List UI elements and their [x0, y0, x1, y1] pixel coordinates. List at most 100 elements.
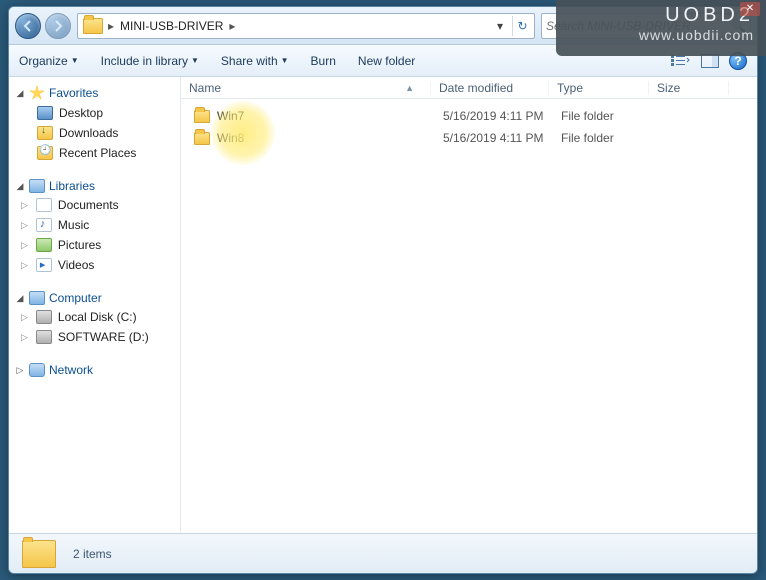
- organize-menu[interactable]: Organize ▼: [19, 54, 79, 68]
- sidebar-item-label: Pictures: [58, 238, 101, 252]
- downloads-icon: [37, 126, 53, 140]
- navbar: ▸ MINI-USB-DRIVER ▸ ▾ ↻ 🔍: [9, 7, 757, 45]
- search-input[interactable]: [546, 19, 731, 33]
- column-label: Date modified: [439, 81, 513, 95]
- new-folder-button[interactable]: New folder: [358, 54, 415, 68]
- sidebar-item-documents[interactable]: ▷ Documents: [11, 195, 178, 215]
- arrow-right-icon: [52, 20, 64, 32]
- search-icon: 🔍: [731, 19, 746, 33]
- preview-pane-button[interactable]: [699, 52, 721, 70]
- sidebar-item-pictures[interactable]: ▷ Pictures: [11, 235, 178, 255]
- search-box[interactable]: 🔍: [541, 13, 751, 39]
- chevron-down-icon: ▼: [281, 56, 289, 65]
- share-with-menu[interactable]: Share with ▼: [221, 54, 289, 68]
- explorer-window: ▸ MINI-USB-DRIVER ▸ ▾ ↻ 🔍 Organize ▼ Inc…: [8, 6, 758, 574]
- expand-icon: ▷: [21, 200, 28, 211]
- sidebar-group-favorites: ◢ Favorites Desktop Downloads Recent Pla…: [11, 83, 178, 163]
- sidebar-group-network: ▷ Network: [11, 361, 178, 379]
- sidebar-item-recent-places[interactable]: Recent Places: [11, 143, 178, 163]
- expand-icon: ▷: [21, 260, 28, 271]
- file-row[interactable]: Win8 5/16/2019 4:11 PM File folder: [185, 127, 753, 149]
- file-type: File folder: [553, 109, 653, 123]
- folder-icon: [194, 110, 210, 123]
- collapse-icon: ◢: [15, 88, 25, 99]
- favorites-label: Favorites: [49, 86, 98, 100]
- column-label: Type: [557, 81, 583, 95]
- desktop-icon: [37, 106, 53, 120]
- item-count: 2 items: [73, 547, 112, 561]
- chevron-right-icon: ▸: [225, 19, 239, 33]
- column-header-type[interactable]: Type: [549, 81, 649, 95]
- command-bar: Organize ▼ Include in library ▼ Share wi…: [9, 45, 757, 77]
- sidebar-item-label: Desktop: [59, 106, 103, 120]
- collapse-icon: ◢: [15, 293, 25, 304]
- sidebar-header-network[interactable]: ▷ Network: [11, 361, 178, 379]
- breadcrumb-segment[interactable]: MINI-USB-DRIVER: [118, 19, 225, 33]
- sort-ascending-icon: ▲: [405, 83, 414, 93]
- folder-icon: [194, 132, 210, 145]
- expand-icon: ▷: [15, 365, 25, 376]
- view-options-button[interactable]: [669, 52, 691, 70]
- libraries-label: Libraries: [49, 179, 95, 193]
- chevron-down-icon: ▼: [191, 56, 199, 65]
- expand-icon: ▷: [21, 240, 28, 251]
- file-rows[interactable]: Win7 5/16/2019 4:11 PM File folder Win8 …: [181, 99, 757, 533]
- column-header-name[interactable]: Name ▲: [181, 81, 431, 95]
- file-row[interactable]: Win7 5/16/2019 4:11 PM File folder: [185, 105, 753, 127]
- sidebar-group-libraries: ◢ Libraries ▷ Documents ▷ Music ▷: [11, 177, 178, 275]
- sidebar-item-downloads[interactable]: Downloads: [11, 123, 178, 143]
- music-icon: [36, 218, 52, 232]
- column-headers: Name ▲ Date modified Type Size: [181, 77, 757, 99]
- file-name: Win7: [217, 109, 244, 123]
- details-pane: 2 items: [9, 533, 757, 573]
- preview-pane-icon: [701, 54, 719, 68]
- column-header-date[interactable]: Date modified: [431, 81, 549, 95]
- file-name: Win8: [217, 131, 244, 145]
- include-label: Include in library: [101, 54, 188, 68]
- folder-icon: [83, 18, 103, 34]
- sidebar-item-label: Recent Places: [59, 146, 136, 160]
- column-label: Size: [657, 81, 680, 95]
- column-label: Name: [189, 81, 221, 95]
- expand-icon: ▷: [21, 332, 28, 343]
- refresh-button[interactable]: ↻: [512, 16, 532, 36]
- include-in-library-menu[interactable]: Include in library ▼: [101, 54, 199, 68]
- newfolder-label: New folder: [358, 54, 415, 68]
- sidebar-item-label: Music: [58, 218, 89, 232]
- file-type: File folder: [553, 131, 653, 145]
- libraries-icon: [29, 179, 45, 193]
- organize-label: Organize: [19, 54, 68, 68]
- sidebar-item-software-d[interactable]: ▷ SOFTWARE (D:): [11, 327, 178, 347]
- navigation-pane: ◢ Favorites Desktop Downloads Recent Pla…: [9, 77, 181, 533]
- computer-label: Computer: [49, 291, 102, 305]
- network-icon: [29, 363, 45, 377]
- help-button[interactable]: ?: [729, 52, 747, 70]
- file-date: 5/16/2019 4:11 PM: [435, 131, 553, 145]
- collapse-icon: ◢: [15, 181, 25, 192]
- sidebar-header-computer[interactable]: ◢ Computer: [11, 289, 178, 307]
- documents-icon: [36, 198, 52, 212]
- sidebar-item-desktop[interactable]: Desktop: [11, 103, 178, 123]
- back-button[interactable]: [15, 13, 41, 39]
- refresh-icon: ↻: [517, 19, 527, 33]
- sidebar-header-libraries[interactable]: ◢ Libraries: [11, 177, 178, 195]
- file-date: 5/16/2019 4:11 PM: [435, 109, 553, 123]
- address-bar[interactable]: ▸ MINI-USB-DRIVER ▸ ▾ ↻: [77, 13, 535, 39]
- chevron-down-icon: ▼: [71, 56, 79, 65]
- address-dropdown[interactable]: ▾: [490, 16, 510, 36]
- expand-icon: ▷: [21, 220, 28, 231]
- burn-button[interactable]: Burn: [311, 54, 336, 68]
- column-header-size[interactable]: Size: [649, 81, 729, 95]
- sidebar-item-label: Local Disk (C:): [58, 310, 137, 324]
- burn-label: Burn: [311, 54, 336, 68]
- content-area: ◢ Favorites Desktop Downloads Recent Pla…: [9, 77, 757, 533]
- expand-icon: ▷: [21, 312, 28, 323]
- sidebar-item-videos[interactable]: ▷ Videos: [11, 255, 178, 275]
- sidebar-header-favorites[interactable]: ◢ Favorites: [11, 83, 178, 103]
- help-icon: ?: [734, 54, 741, 68]
- sidebar-group-computer: ◢ Computer ▷ Local Disk (C:) ▷ SOFTWARE …: [11, 289, 178, 347]
- sidebar-item-local-disk-c[interactable]: ▷ Local Disk (C:): [11, 307, 178, 327]
- forward-button[interactable]: [45, 13, 71, 39]
- sidebar-item-music[interactable]: ▷ Music: [11, 215, 178, 235]
- arrow-left-icon: [22, 20, 34, 32]
